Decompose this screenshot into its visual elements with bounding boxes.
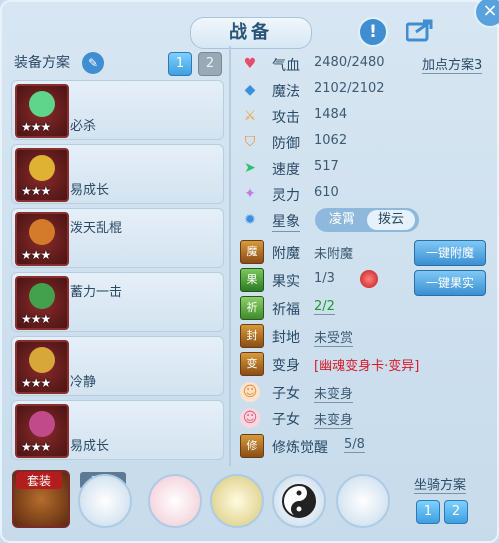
shield-icon: ⛉ <box>244 134 256 150</box>
diamond-icon: ◆ <box>244 82 256 98</box>
mount-plan-label: 坐骑方案 <box>414 474 467 494</box>
spirit-icon: ✦ <box>244 186 256 202</box>
cultivation-icon: 修 <box>240 434 264 458</box>
constellation-toggle[interactable]: 凌霄 拨云 <box>315 208 419 232</box>
battle-prep-panel: 战备 ! × 装备方案 ✎ 1 2 ★★★ 必杀 ★★★ 易成长 ★★★ 泼天乱… <box>0 0 499 543</box>
fruit-orb-icon[interactable] <box>360 270 378 288</box>
rainbow-skill-icon[interactable] <box>210 474 264 528</box>
child-icon: ☺ <box>240 382 260 402</box>
equipment-slot[interactable]: ★★★ 必杀 <box>11 80 224 140</box>
stat-row-defense: ⛉ 防御 1062 <box>240 130 490 154</box>
flower-skill-icon[interactable] <box>148 474 202 528</box>
stat-row-hp: ♥ 气血 2480/2480 <box>240 52 490 76</box>
suit-label: 套装 <box>16 472 62 489</box>
helmet-item-icon: ★★★ <box>15 148 69 202</box>
stat-row-speed: ➤ 速度 517 <box>240 156 490 180</box>
empty-skill-slot-icon[interactable] <box>78 474 132 528</box>
equipment-name: 蓄力一击 <box>70 285 123 300</box>
close-icon[interactable]: × <box>474 0 499 28</box>
equipment-name: 必杀 <box>70 119 97 134</box>
speed-icon: ➤ <box>244 160 256 176</box>
equipment-slot[interactable]: ★★★ 蓄力一击 <box>11 272 224 332</box>
necklace-item-icon: ★★★ <box>15 276 69 330</box>
extra-row-cultivation: 修 修炼觉醒 5/8 <box>240 434 490 458</box>
stat-row-attack: ⚔ 攻击 1484 <box>240 104 490 128</box>
equipment-plan-tab-2[interactable]: 2 <box>198 52 222 76</box>
heart-icon: ♥ <box>243 56 257 72</box>
child-icon: ☺ <box>240 408 260 428</box>
equipment-slot[interactable]: ★★★ 泼天乱棍 <box>11 208 224 268</box>
equipment-name: 冷静 <box>70 375 97 390</box>
boots-item-icon: ★★★ <box>15 404 69 458</box>
window-title: 战备 <box>190 17 312 49</box>
one-click-fruit-button[interactable]: 一键果实 <box>414 270 486 296</box>
enchant-icon: 魔 <box>240 240 264 264</box>
star-icon: ✹ <box>244 212 256 228</box>
weapon-item-icon: ★★★ <box>15 84 69 138</box>
equipment-slot[interactable]: ★★★ 冷静 <box>11 336 224 396</box>
constellation-option-2[interactable]: 拨云 <box>367 210 415 230</box>
equipment-name: 泼天乱棍 <box>70 221 123 236</box>
extra-row-child-2: ☺ 子女 未变身 <box>240 406 490 430</box>
mount-plan-tab-2[interactable]: 2 <box>444 500 468 524</box>
sword-icon: ⚔ <box>243 108 257 124</box>
equipment-slot[interactable]: ★★★ 易成长 <box>11 144 224 204</box>
empty-skill-slot-icon[interactable] <box>336 474 390 528</box>
share-icon[interactable] <box>405 18 434 42</box>
extra-row-blessing: 祈 祈福 2/2 <box>240 296 490 320</box>
extra-row-fief: 封 封地 未受赏 <box>240 324 490 348</box>
transform-icon: 变 <box>240 352 264 376</box>
equipment-name: 易成长 <box>70 183 110 198</box>
constellation-option-1[interactable]: 凌霄 <box>318 210 366 230</box>
edit-icon[interactable]: ✎ <box>82 52 104 74</box>
one-click-enchant-button[interactable]: 一键附魔 <box>414 240 486 266</box>
equipment-slot[interactable]: ★★★ 易成长 <box>11 400 224 460</box>
equipment-name: 易成长 <box>70 439 110 454</box>
mount-plan-tab-1[interactable]: 1 <box>416 500 440 524</box>
armor-item-icon: ★★★ <box>15 212 69 266</box>
equipment-plan-tab-1[interactable]: 1 <box>168 52 192 76</box>
extra-row-child-1: ☺ 子女 未变身 <box>240 380 490 404</box>
info-icon[interactable]: ! <box>358 17 388 47</box>
column-divider <box>229 46 231 466</box>
blessing-icon: 祈 <box>240 296 264 320</box>
fruit-icon: 果 <box>240 268 264 292</box>
extra-row-transform: 变 变身 [幽魂变身卡·变异] <box>240 352 490 376</box>
yin-yang-icon[interactable] <box>272 474 326 528</box>
belt-item-icon: ★★★ <box>15 340 69 394</box>
stat-row-spirit: ✦ 灵力 610 <box>240 182 490 206</box>
stat-row-mp: ◆ 魔法 2102/2102 <box>240 78 490 102</box>
fief-icon: 封 <box>240 324 264 348</box>
equipment-plan-heading: 装备方案 <box>14 55 70 71</box>
title-bar: 战备 ! × <box>0 0 499 50</box>
